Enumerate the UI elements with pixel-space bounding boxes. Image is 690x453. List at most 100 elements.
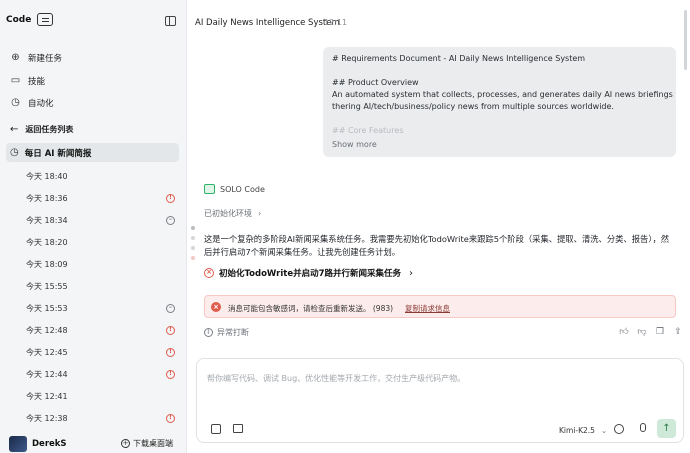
thumbs-up-icon[interactable]: 👍︎ <box>619 327 629 337</box>
show-more-link[interactable]: Show more <box>332 140 377 149</box>
nav-new-task-label: 新建任务 <box>28 54 63 65</box>
chat-icon[interactable] <box>614 424 624 434</box>
task-item[interactable]: 今天 12:41 <box>0 385 187 407</box>
interrupted-label: 异常打断 <box>217 328 249 337</box>
task-item[interactable]: 今天 18:34 – <box>0 209 187 231</box>
error-status-icon: ! <box>166 413 175 423</box>
task-item-label: 今天 18:40 <box>26 171 68 181</box>
alert-message: 消息可能包含敏感词，请检查后重新发送。 (983) <box>228 304 394 313</box>
pause-icon: ∥ <box>204 328 213 337</box>
code-badge-icon <box>37 13 54 26</box>
model-selector[interactable]: Kimi-K2.5 ⌄ <box>559 426 607 435</box>
brand-name: Code <box>6 14 32 25</box>
task-item[interactable]: 今天 18:09 <box>0 253 187 275</box>
task-item-label: 今天 12:41 <box>26 391 68 401</box>
chevron-right-icon: › <box>258 209 262 218</box>
error-status-icon: ! <box>166 347 175 357</box>
task-item-label: 今天 15:55 <box>26 281 68 291</box>
book-icon: ▭ <box>10 74 21 86</box>
brand: Code <box>6 13 181 26</box>
arrow-left-icon: ← <box>10 124 19 135</box>
nav-automation[interactable]: ◷ 自动化 <box>7 92 179 115</box>
message-actions: 👍︎ 👎︎ ❐ ⇪ <box>619 327 683 337</box>
failed-step[interactable]: × 初始化TodoWrite并启动7路并行新闻采集任务 › <box>204 267 413 279</box>
task-item[interactable]: 今天 12:38! <box>0 407 187 429</box>
copy-icon[interactable]: ❐ <box>655 327 665 337</box>
topbar: AI Daily News Intelligence System 12:11 <box>187 0 690 32</box>
title-time: 12:11 <box>324 18 348 27</box>
error-status-icon: ! <box>166 369 175 379</box>
chevron-down-icon: ⌄ <box>600 426 608 435</box>
active-task[interactable]: ◷ 每日 AI 新闻简报 <box>6 143 179 162</box>
microphone-icon[interactable] <box>640 423 646 432</box>
task-item-label: 今天 18:20 <box>26 237 68 247</box>
sidebar-nav: ⊕ 新建任务 ▭ 技能 ◷ 自动化 <box>7 47 179 115</box>
error-icon: × <box>211 302 221 312</box>
back-to-task-list[interactable]: ← 返回任务列表 <box>10 124 73 135</box>
requirements-message: # Requirements Document - AI Daily News … <box>323 47 676 157</box>
nav-new-task[interactable]: ⊕ 新建任务 <box>7 47 179 70</box>
sidebar: Code ⊕ 新建任务 ▭ 技能 ◷ 自动化 ← 返回任务列表 ◷ 每日 AI … <box>0 0 187 453</box>
task-item-label: 今天 18:34 <box>26 215 68 225</box>
requirements-faded-line: ## Core Features <box>332 126 404 135</box>
sidebar-footer: DerekS + 下载桌面端 <box>0 436 187 453</box>
new-task-icon: ⊕ <box>11 52 20 64</box>
task-item[interactable]: 今天 18:36! <box>0 187 187 209</box>
task-item-label: 今天 12:48 <box>26 325 68 335</box>
error-alert: × 消息可能包含敏感词，请检查后重新发送。 (983) 复制请求信息 <box>204 295 676 318</box>
interrupted-status: ∥ 异常打断 <box>204 327 249 338</box>
image-icon[interactable] <box>233 424 243 433</box>
step-indicator <box>191 226 197 266</box>
avatar[interactable] <box>9 436 27 452</box>
download-desktop-button[interactable]: + 下载桌面端 <box>121 438 173 449</box>
error-status-icon: ! <box>166 325 175 335</box>
paused-status-icon: – <box>166 215 175 225</box>
scrollbar[interactable] <box>684 10 687 70</box>
clock-icon: ◷ <box>11 97 20 109</box>
task-item[interactable]: 今天 15:53 – <box>0 297 187 319</box>
nav-skills-label: 技能 <box>28 76 46 87</box>
clock-icon: ◷ <box>10 147 19 158</box>
task-item[interactable]: 今天 12:45! <box>0 341 187 363</box>
failed-icon: × <box>204 268 214 278</box>
paused-status-icon: – <box>166 303 175 313</box>
step-dot <box>191 246 195 250</box>
requirements-line: An automated system that collects, proce… <box>332 90 676 99</box>
main-panel: AI Daily News Intelligence System 12:11 … <box>187 0 690 453</box>
failed-step-label: 初始化TodoWrite并启动7路并行新闻采集任务 <box>219 269 402 279</box>
step-dot <box>191 256 195 260</box>
solo-code-logo-icon <box>204 184 215 194</box>
requirements-line: # Requirements Document - AI Daily News … <box>332 54 586 63</box>
edit-icon[interactable] <box>211 424 221 434</box>
sidebar-toggle-icon[interactable] <box>165 16 176 26</box>
download-label: 下载桌面端 <box>133 439 173 448</box>
nav-automation-label: 自动化 <box>28 99 54 110</box>
task-item[interactable]: 今天 12:48! <box>0 319 187 341</box>
init-label: 已初始化环境 <box>204 209 252 218</box>
composer[interactable]: 帮你编写代码、调试 Bug、优化性能等开发工作，交付生产级代码产物。 Kimi-… <box>196 358 684 443</box>
task-item[interactable]: 今天 18:20 <box>0 231 187 253</box>
task-item-label: 今天 15:53 <box>26 303 68 313</box>
page-title: AI Daily News Intelligence System <box>195 18 340 28</box>
copy-request-info-link[interactable]: 复制请求信息 <box>405 303 450 314</box>
nav-skills[interactable]: ▭ 技能 <box>7 70 179 93</box>
back-label: 返回任务列表 <box>25 125 74 134</box>
task-item-label: 今天 12:38 <box>26 413 68 423</box>
chevron-right-icon: › <box>409 267 414 279</box>
assistant-paragraph: 这是一个复杂的多阶段AI新闻采集系统任务。我需要先初始化TodoWrite来跟踪… <box>204 234 670 257</box>
send-button[interactable]: ↑ <box>657 419 676 438</box>
requirements-line: ## Product Overview <box>332 78 419 87</box>
assistant-name: SOLO Code <box>220 184 265 194</box>
step-dot <box>191 236 195 240</box>
step-dot <box>191 226 195 230</box>
error-status-icon: ! <box>166 193 175 203</box>
thumbs-down-icon[interactable]: 👎︎ <box>637 327 647 337</box>
task-item[interactable]: 今天 15:55 <box>0 275 187 297</box>
sidebar-header: Code <box>6 13 181 31</box>
task-item-label: 今天 18:09 <box>26 259 68 269</box>
share-icon[interactable]: ⇪ <box>673 327 683 337</box>
task-item[interactable]: 今天 18:40 <box>0 165 187 187</box>
init-environment-toggle[interactable]: 已初始化环境 › <box>204 208 261 219</box>
composer-placeholder[interactable]: 帮你编写代码、调试 Bug、优化性能等开发工作，交付生产级代码产物。 <box>207 373 465 384</box>
task-item[interactable]: 今天 12:44! <box>0 363 187 385</box>
